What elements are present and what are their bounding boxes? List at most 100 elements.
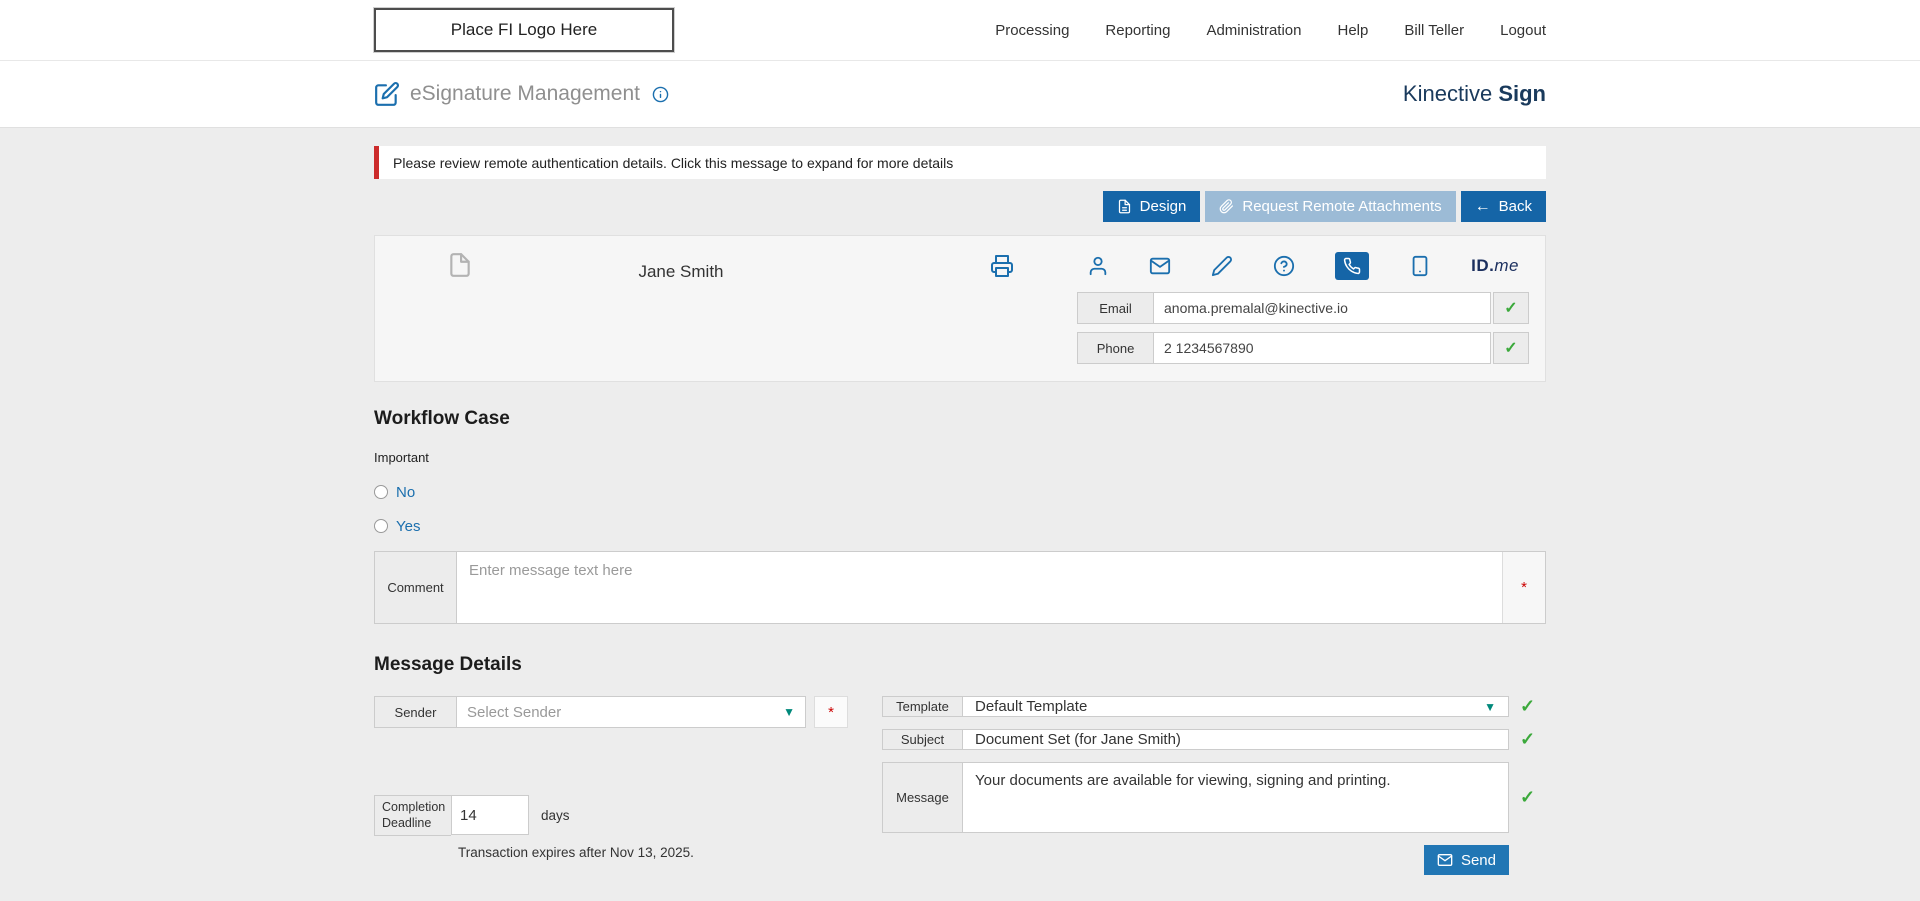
topbar: Place FI Logo Here Processing Reporting … [0, 0, 1920, 61]
completion-deadline-row: Completion Deadline days [374, 795, 848, 836]
phone-field-row: Phone 2 1234567890 ✓ [1077, 332, 1529, 364]
completion-label-line1: Completion [382, 799, 444, 815]
phone-valid-check-icon: ✓ [1493, 332, 1529, 364]
sms-auth-icon[interactable] [1409, 255, 1431, 277]
brand-primary: Kinective [1403, 81, 1492, 106]
action-toolbar: Design Request Remote Attachments ← Back [374, 191, 1546, 222]
send-button-label: Send [1461, 852, 1496, 869]
send-envelope-icon [1437, 852, 1453, 868]
subject-field-value: Document Set (for Jane Smith) [975, 731, 1181, 748]
recipient-name: Jane Smith [581, 262, 781, 282]
esignature-document-pen-icon [374, 81, 400, 107]
email-valid-check-icon: ✓ [1493, 292, 1529, 324]
email-field-row: Email anoma.premalal@kinective.io ✓ [1077, 292, 1529, 324]
message-details-left: Sender Select Sender ▼ * Completion Dead… [374, 696, 848, 860]
comment-label: Comment [375, 552, 457, 623]
email-field[interactable]: anoma.premalal@kinective.io [1153, 292, 1491, 324]
important-label: Important [374, 450, 1546, 465]
nav-reporting[interactable]: Reporting [1105, 22, 1170, 39]
phone-auth-icon-selected[interactable] [1335, 252, 1369, 280]
page-title-group: eSignature Management [374, 81, 669, 107]
template-select-value: Default Template [975, 698, 1087, 715]
user-auth-icon[interactable] [1087, 255, 1109, 277]
message-details-right: Template Default Template ▼ ✓ Subject Do… [882, 696, 1546, 875]
radio-option-no[interactable]: No [374, 475, 1546, 509]
subject-row: Subject Document Set (for Jane Smith) ✓ [882, 729, 1546, 750]
design-button[interactable]: Design [1103, 191, 1201, 222]
radio-yes-label[interactable]: Yes [396, 518, 420, 535]
nav-processing[interactable]: Processing [995, 22, 1069, 39]
comment-required-asterisk: * [1502, 552, 1545, 623]
fi-logo-text: Place FI Logo Here [451, 20, 597, 40]
important-radio-group: No Yes [374, 475, 1546, 543]
chevron-down-icon: ▼ [1484, 701, 1496, 713]
phone-label: Phone [1077, 332, 1153, 364]
design-document-icon [1117, 199, 1132, 214]
authentication-block: ID.me Email anoma.premalal@kinective.io … [1077, 248, 1529, 364]
subject-field[interactable]: Document Set (for Jane Smith) [962, 729, 1509, 750]
signature-auth-icon[interactable] [1211, 255, 1233, 277]
review-auth-alert[interactable]: Please review remote authentication deta… [374, 146, 1546, 179]
auth-method-icons: ID.me [1077, 248, 1529, 284]
completion-deadline-input[interactable] [451, 795, 529, 835]
days-label: days [541, 808, 570, 823]
template-valid-check-icon: ✓ [1509, 696, 1546, 717]
subject-valid-check-icon: ✓ [1509, 729, 1546, 750]
radio-no-circle[interactable] [374, 485, 388, 499]
send-button[interactable]: Send [1424, 845, 1509, 875]
top-nav: Processing Reporting Administration Help… [995, 22, 1546, 39]
message-details-heading: Message Details [374, 654, 1546, 676]
expiry-note: Transaction expires after Nov 13, 2025. [458, 845, 848, 860]
design-button-label: Design [1140, 198, 1187, 215]
paperclip-icon [1219, 199, 1234, 214]
nav-logout[interactable]: Logout [1500, 22, 1546, 39]
main-content: Please review remote authentication deta… [0, 128, 1920, 901]
subject-label: Subject [882, 729, 962, 750]
page-title: eSignature Management [410, 82, 640, 106]
kba-question-auth-icon[interactable] [1273, 255, 1295, 277]
phone-field[interactable]: 2 1234567890 [1153, 332, 1491, 364]
nav-user-bill-teller[interactable]: Bill Teller [1404, 22, 1464, 39]
fi-logo-placeholder: Place FI Logo Here [374, 8, 674, 52]
sender-label: Sender [374, 696, 456, 728]
idme-logo[interactable]: ID.me [1471, 256, 1519, 276]
info-icon[interactable] [652, 86, 669, 103]
nav-help[interactable]: Help [1338, 22, 1369, 39]
email-label: Email [1077, 292, 1153, 324]
message-field[interactable]: Your documents are available for viewing… [962, 762, 1509, 833]
comment-textarea[interactable] [457, 552, 1502, 623]
template-label: Template [882, 696, 962, 717]
brand-bold: Sign [1498, 81, 1546, 106]
completion-label-line2: Deadline [382, 815, 444, 831]
email-auth-icon[interactable] [1149, 255, 1171, 277]
send-row: Send [882, 845, 1546, 875]
chevron-down-icon: ▼ [783, 706, 795, 718]
idme-logo-italic: me [1494, 256, 1519, 275]
template-select[interactable]: Default Template ▼ [962, 696, 1509, 717]
workflow-case-heading: Workflow Case [374, 408, 1546, 430]
document-icon [447, 252, 473, 278]
sender-row: Sender Select Sender ▼ * [374, 696, 848, 728]
message-valid-check-icon: ✓ [1509, 762, 1546, 833]
sender-select-placeholder: Select Sender [467, 704, 561, 721]
printer-icon[interactable] [990, 254, 1014, 278]
sender-select[interactable]: Select Sender ▼ [456, 696, 806, 728]
message-field-value: Your documents are available for viewing… [975, 772, 1391, 789]
message-row: Message Your documents are available for… [882, 762, 1546, 833]
nav-administration[interactable]: Administration [1206, 22, 1301, 39]
message-label: Message [882, 762, 962, 833]
brand-logo: Kinective Sign [1403, 81, 1546, 107]
back-button[interactable]: ← Back [1461, 191, 1546, 222]
recipient-card: Jane Smith [374, 235, 1546, 382]
back-button-label: Back [1499, 198, 1532, 215]
page-header: eSignature Management Kinective Sign [0, 61, 1920, 128]
idme-logo-bold: ID. [1471, 256, 1494, 275]
template-row: Template Default Template ▼ ✓ [882, 696, 1546, 717]
radio-option-yes[interactable]: Yes [374, 509, 1546, 543]
radio-no-label[interactable]: No [396, 484, 415, 501]
completion-deadline-label: Completion Deadline [374, 795, 451, 836]
back-arrow-icon: ← [1475, 199, 1491, 215]
request-remote-attachments-button[interactable]: Request Remote Attachments [1205, 191, 1455, 222]
sender-required-asterisk: * [814, 696, 848, 728]
radio-yes-circle[interactable] [374, 519, 388, 533]
